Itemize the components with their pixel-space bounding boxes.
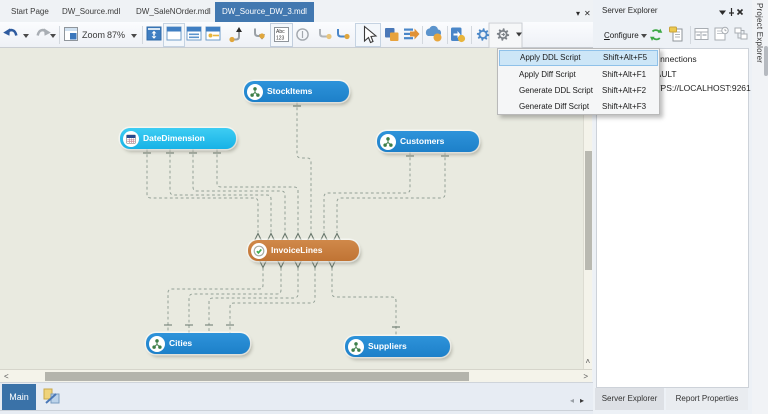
svg-text:123: 123 [276,36,285,42]
svg-text:Abc: Abc [276,29,285,35]
